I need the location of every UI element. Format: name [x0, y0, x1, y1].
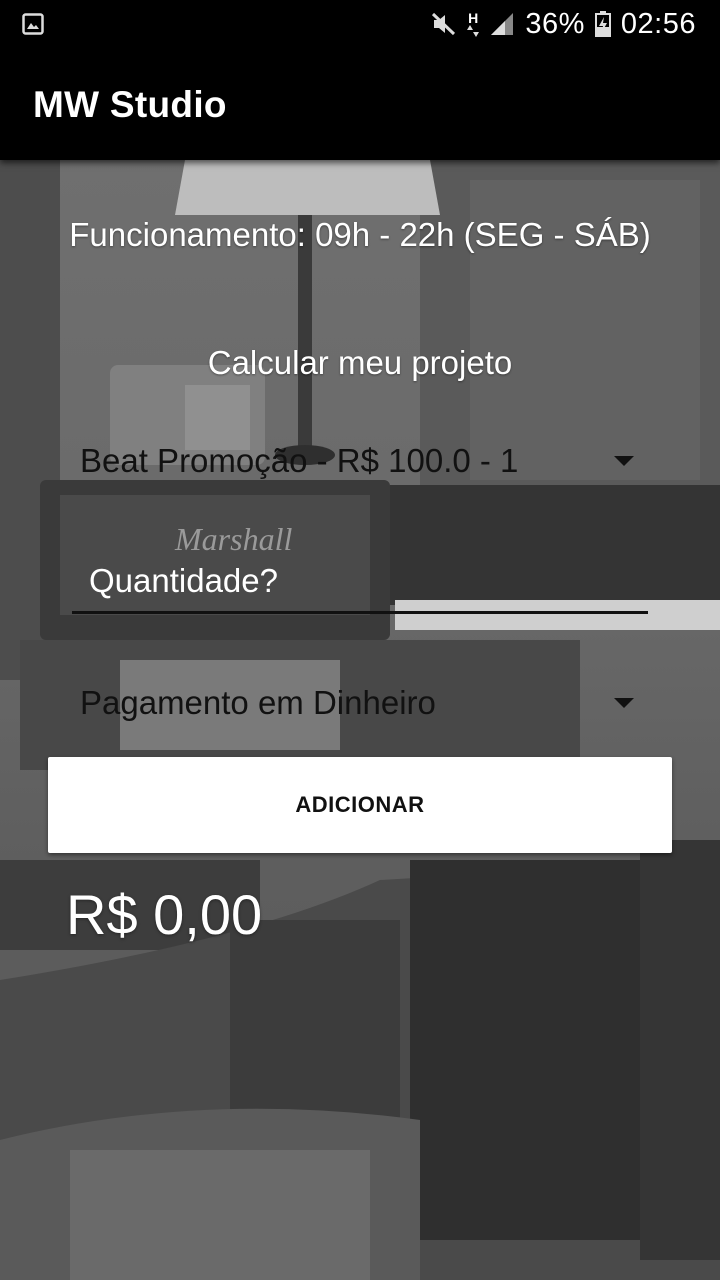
clock: 02:56: [620, 7, 696, 40]
data-arrows-icon: [467, 25, 480, 37]
payment-method-select[interactable]: Pagamento em Dinheiro: [80, 672, 640, 732]
payment-select-value: Pagamento em Dinheiro: [80, 684, 436, 721]
gallery-icon: [22, 13, 44, 35]
quantity-field[interactable]: [72, 552, 648, 614]
main-content: Funcionamento: 09h - 22h (SEG - SÁB) Cal…: [0, 160, 720, 1280]
quantity-input-underline: [72, 611, 648, 614]
service-select-value: Beat Promoção - R$ 100.0 - 1: [80, 442, 519, 479]
service-select[interactable]: Beat Promoção - R$ 100.0 - 1: [80, 430, 640, 490]
status-icons: H 36% 02:56: [431, 0, 696, 48]
quantity-input[interactable]: [72, 552, 648, 610]
battery-icon: [594, 11, 611, 37]
app-bar: MW Studio: [0, 48, 720, 160]
status-bar: H 36% 02:56: [0, 0, 720, 48]
dropdown-arrow-icon: [614, 698, 634, 708]
add-button[interactable]: ADICIONAR: [48, 757, 672, 853]
calculator-title: Calcular meu projeto: [207, 344, 513, 381]
signal-icon: [491, 13, 514, 35]
mute-icon: [432, 12, 456, 36]
network-type-label: H: [467, 11, 480, 37]
business-hours-text: Funcionamento: 09h - 22h (SEG - SÁB): [69, 216, 651, 253]
total-amount: R$ 0,00: [66, 883, 263, 946]
app-title: MW Studio: [33, 84, 227, 125]
dropdown-arrow-icon: [614, 456, 634, 466]
battery-percent: 36%: [525, 7, 585, 40]
